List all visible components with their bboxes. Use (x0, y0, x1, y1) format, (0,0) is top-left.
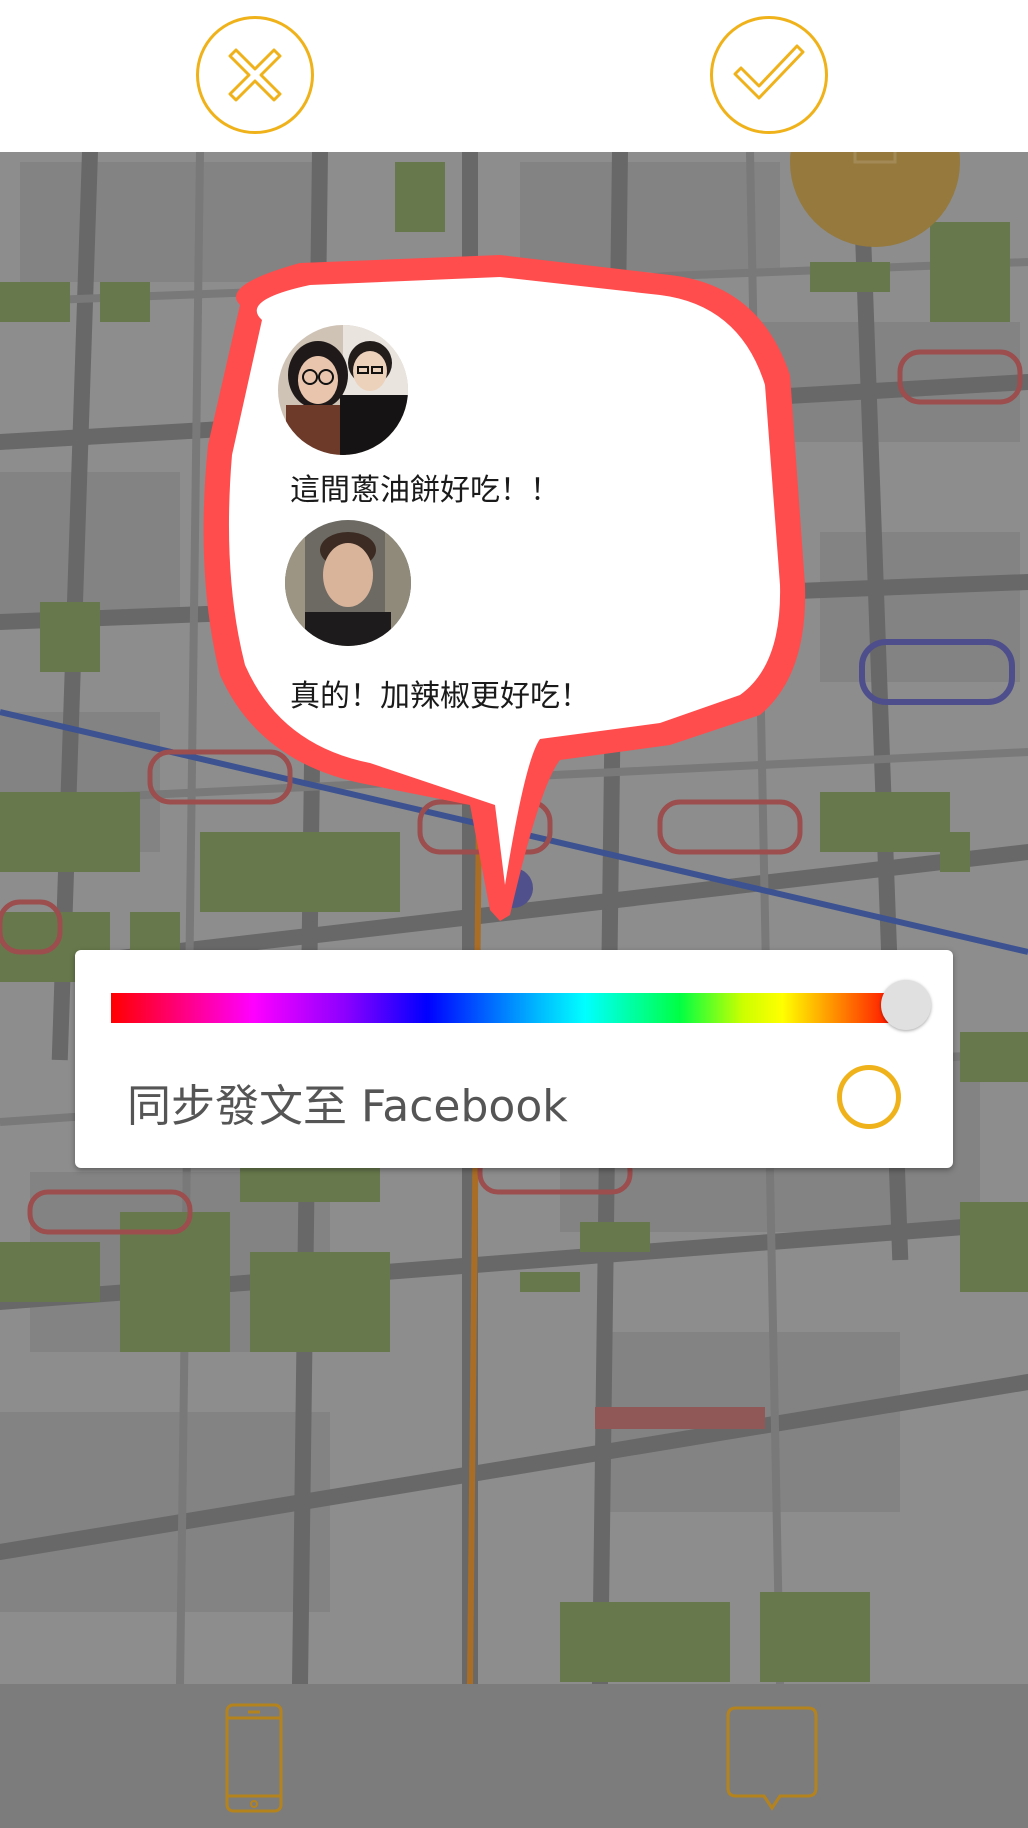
color-slider-track[interactable] (111, 993, 901, 1023)
post-options-panel: 同步發文至 Facebook (75, 950, 953, 1168)
facebook-sync-toggle[interactable] (837, 1065, 901, 1129)
confirm-button[interactable] (710, 16, 828, 134)
couple-photo (278, 325, 408, 455)
facebook-sync-label: 同步發文至 Facebook (127, 1081, 568, 1132)
cancel-button[interactable] (196, 16, 314, 134)
phone-icon[interactable] (224, 1702, 284, 1814)
avatar-man[interactable] (285, 520, 411, 646)
close-icon (228, 48, 282, 102)
top-toolbar (0, 0, 1028, 152)
color-slider-thumb[interactable] (881, 980, 931, 1030)
avatar-couple[interactable] (278, 325, 408, 455)
check-icon (733, 44, 805, 100)
message-text: 真的！加辣椒更好吃！ (290, 679, 590, 714)
message-text: 這間蔥油餅好吃！！ (290, 473, 560, 508)
man-photo (285, 520, 411, 646)
bottom-navigation (0, 1684, 1028, 1828)
chat-bubble-icon[interactable] (724, 1704, 820, 1812)
